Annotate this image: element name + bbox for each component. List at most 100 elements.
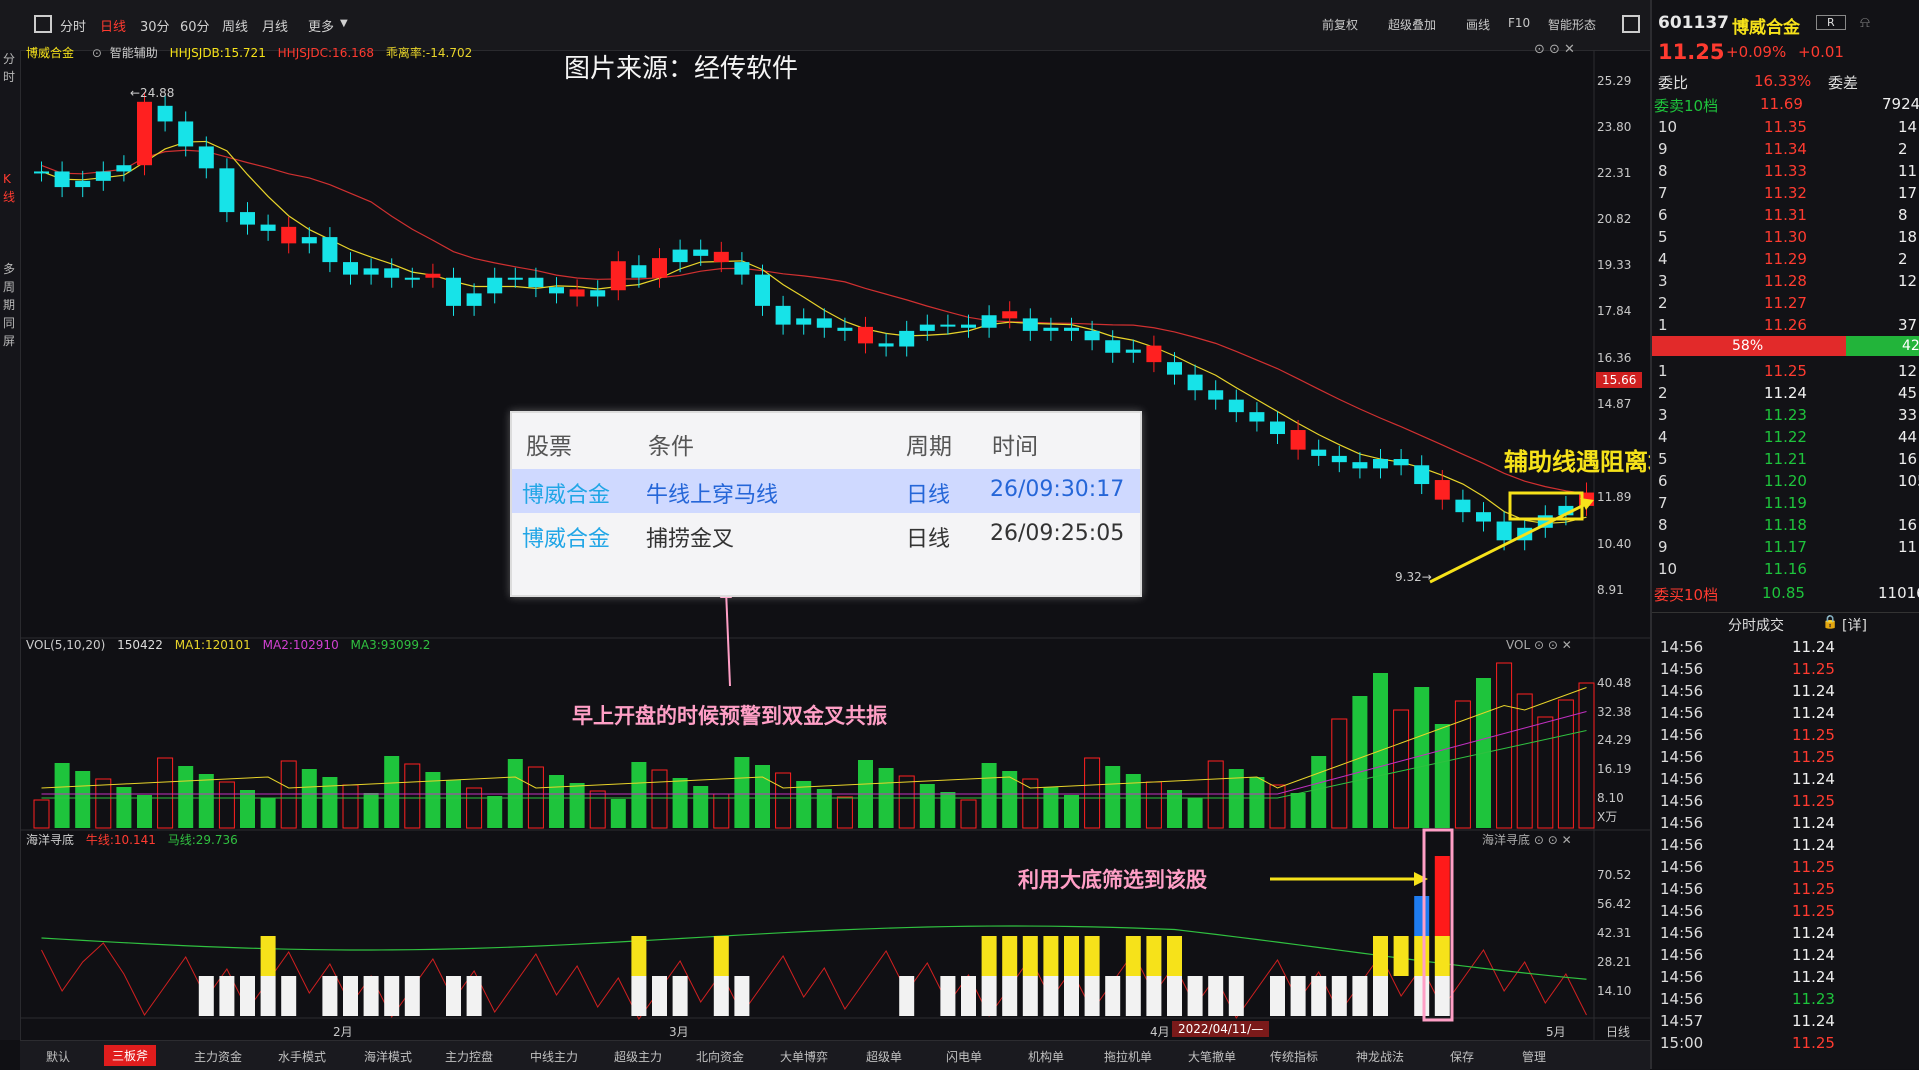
r-badge[interactable]: R <box>1816 15 1846 30</box>
table-row[interactable]: 博威合金 牛线上穿马线 日线 26/09:30:17 <box>512 469 1140 513</box>
indicator-white-bar <box>322 976 338 1016</box>
candle-body <box>1434 480 1450 500</box>
stock-code: 601137 <box>1658 13 1729 33</box>
tab-15[interactable]: 传统指标 <box>1270 1048 1318 1065</box>
draw-line-button[interactable]: 画线 <box>1466 16 1490 33</box>
tab-daily[interactable]: 日线 <box>100 16 126 35</box>
tab-8[interactable]: 北向资金 <box>696 1048 744 1065</box>
tab-monthly[interactable]: 月线 <box>262 16 288 35</box>
order-level-row[interactable]: 1 11.26 37 <box>1652 314 1919 336</box>
candle-body <box>693 249 709 256</box>
volume-bar <box>1352 696 1368 828</box>
order-level-row[interactable]: 2 11.27 <box>1652 292 1919 314</box>
indicator-yellow-bar <box>1373 936 1388 976</box>
tab-weekly[interactable]: 周线 <box>222 16 248 35</box>
more-chevron-icon: ▼ <box>340 18 348 29</box>
indicator-white-bar <box>940 976 956 1016</box>
detail-link[interactable]: [详] <box>1842 615 1867 635</box>
level-volume: 16 <box>1898 516 1918 534</box>
tab-11[interactable]: 闪电单 <box>946 1048 982 1065</box>
order-level-row[interactable]: 7 11.32 17 <box>1652 182 1919 204</box>
tab-intraday[interactable]: 分时 <box>60 16 86 35</box>
tab-17[interactable]: 保存 <box>1450 1048 1474 1065</box>
order-level-row[interactable]: 3 11.28 12 <box>1652 270 1919 292</box>
tab-2[interactable]: 主力资金 <box>194 1048 242 1065</box>
indicator-yellow-bar <box>631 936 647 976</box>
volume-bar <box>1105 766 1121 828</box>
trade-price: 11.24 <box>1792 836 1835 854</box>
overlay-button[interactable]: 超级叠加 <box>1388 16 1436 33</box>
volume-bar <box>549 775 564 828</box>
order-level-row[interactable]: 9 11.17 11 <box>1652 536 1919 558</box>
volume-bar <box>178 766 194 828</box>
order-level-row[interactable]: 10 11.16 <box>1652 558 1919 580</box>
candle-body <box>858 326 873 344</box>
tab-60min[interactable]: 60分 <box>180 16 210 35</box>
assist-label[interactable]: 智能辅助 <box>110 46 158 60</box>
table-row[interactable]: 博威合金 捕捞金叉 日线 26/09:25:05 <box>512 513 1140 557</box>
pattern-button[interactable]: 智能形态 <box>1548 16 1596 33</box>
tab-3[interactable]: 水手模式 <box>278 1048 326 1065</box>
level-price: 11.24 <box>1764 384 1807 402</box>
k-line-side-label[interactable]: K线 <box>3 170 17 206</box>
intraday-side-label[interactable]: 分时 <box>3 50 17 86</box>
stock-cell: 博威合金 <box>522 483 611 508</box>
volume-bar <box>775 772 792 829</box>
order-level-row[interactable]: 1 11.25 12 <box>1652 360 1919 382</box>
order-level-row[interactable]: 8 11.18 16 <box>1652 514 1919 536</box>
order-level-row[interactable]: 4 11.22 44 <box>1652 426 1919 448</box>
order-level-row[interactable]: 10 11.35 14 <box>1652 116 1919 138</box>
tab-4[interactable]: 海洋模式 <box>364 1048 412 1065</box>
chart-settings-icons[interactable]: ⊙ ⊙ ✕ <box>1534 42 1575 57</box>
indicator-white-bar <box>672 976 688 1016</box>
panel-toggle-icon[interactable] <box>1622 15 1640 33</box>
period-mode-label[interactable]: 日线 <box>1606 1023 1630 1040</box>
candle-body <box>734 262 750 275</box>
order-level-row[interactable]: 6 11.31 8 <box>1652 204 1919 226</box>
alert-bell-icon[interactable]: ⍾ <box>1860 13 1870 31</box>
order-level-row[interactable]: 8 11.33 11 <box>1652 160 1919 182</box>
change-pct: +0.09% <box>1726 43 1787 61</box>
order-level-row[interactable]: 5 11.21 16 <box>1652 448 1919 470</box>
candle-body <box>981 315 997 328</box>
volume-bar <box>981 763 997 828</box>
indicator-white-bar <box>363 976 379 1016</box>
tab-6[interactable]: 中线主力 <box>530 1048 578 1065</box>
multi-period-side-label[interactable]: 多周期同屏 <box>3 260 17 350</box>
price-tick: 8.91 <box>1597 583 1624 597</box>
f10-button[interactable]: F10 <box>1508 16 1530 30</box>
tab-7[interactable]: 超级主力 <box>614 1048 662 1065</box>
trades-label: 分时成交 <box>1728 618 1784 634</box>
tab-5[interactable]: 主力控盘 <box>445 1048 493 1065</box>
indicator-panel-controls[interactable]: 海洋寻底 ⊙ ⊙ ✕ <box>1482 831 1572 848</box>
tab-9[interactable]: 大单博弈 <box>780 1048 828 1065</box>
tab-30min[interactable]: 30分 <box>140 16 170 35</box>
trade-time: 14:56 <box>1660 990 1704 1008</box>
tab-12[interactable]: 机构单 <box>1028 1048 1064 1065</box>
order-level-row[interactable]: 7 11.19 <box>1652 492 1919 514</box>
tab-18[interactable]: 管理 <box>1522 1048 1546 1065</box>
tab-16[interactable]: 神龙战法 <box>1356 1048 1404 1065</box>
order-level-row[interactable]: 2 11.24 45 <box>1652 382 1919 404</box>
volume-bar <box>487 796 503 828</box>
tab-13[interactable]: 拖拉机单 <box>1104 1048 1152 1065</box>
sidebar-toggle-icon[interactable] <box>34 15 52 33</box>
order-level-row[interactable]: 5 11.30 18 <box>1652 226 1919 248</box>
order-level-row[interactable]: 6 11.20 105 <box>1652 470 1919 492</box>
order-level-row[interactable]: 3 11.23 33 <box>1652 404 1919 426</box>
tab-1[interactable]: 三板斧 <box>104 1045 157 1066</box>
adjust-button[interactable]: 前复权 <box>1322 16 1358 33</box>
order-level-row[interactable]: 4 11.29 2 <box>1652 248 1919 270</box>
dropdown-icon[interactable]: ⊙ <box>92 46 102 60</box>
level-volume: 44 <box>1898 428 1918 446</box>
order-level-row[interactable]: 9 11.34 2 <box>1652 138 1919 160</box>
level-price: 11.23 <box>1764 406 1807 424</box>
yellow-pointer-head <box>1414 872 1428 886</box>
tab-more[interactable]: 更多 <box>308 16 334 35</box>
volume-panel-controls[interactable]: VOL ⊙ ⊙ ✕ <box>1506 638 1572 652</box>
tab-14[interactable]: 大笔撤单 <box>1188 1048 1236 1065</box>
tab-10[interactable]: 超级单 <box>866 1048 902 1065</box>
tab-0[interactable]: 默认 <box>46 1048 70 1065</box>
indicator-yellow-bar <box>713 936 729 976</box>
indicator-white-bar <box>1064 976 1079 1016</box>
